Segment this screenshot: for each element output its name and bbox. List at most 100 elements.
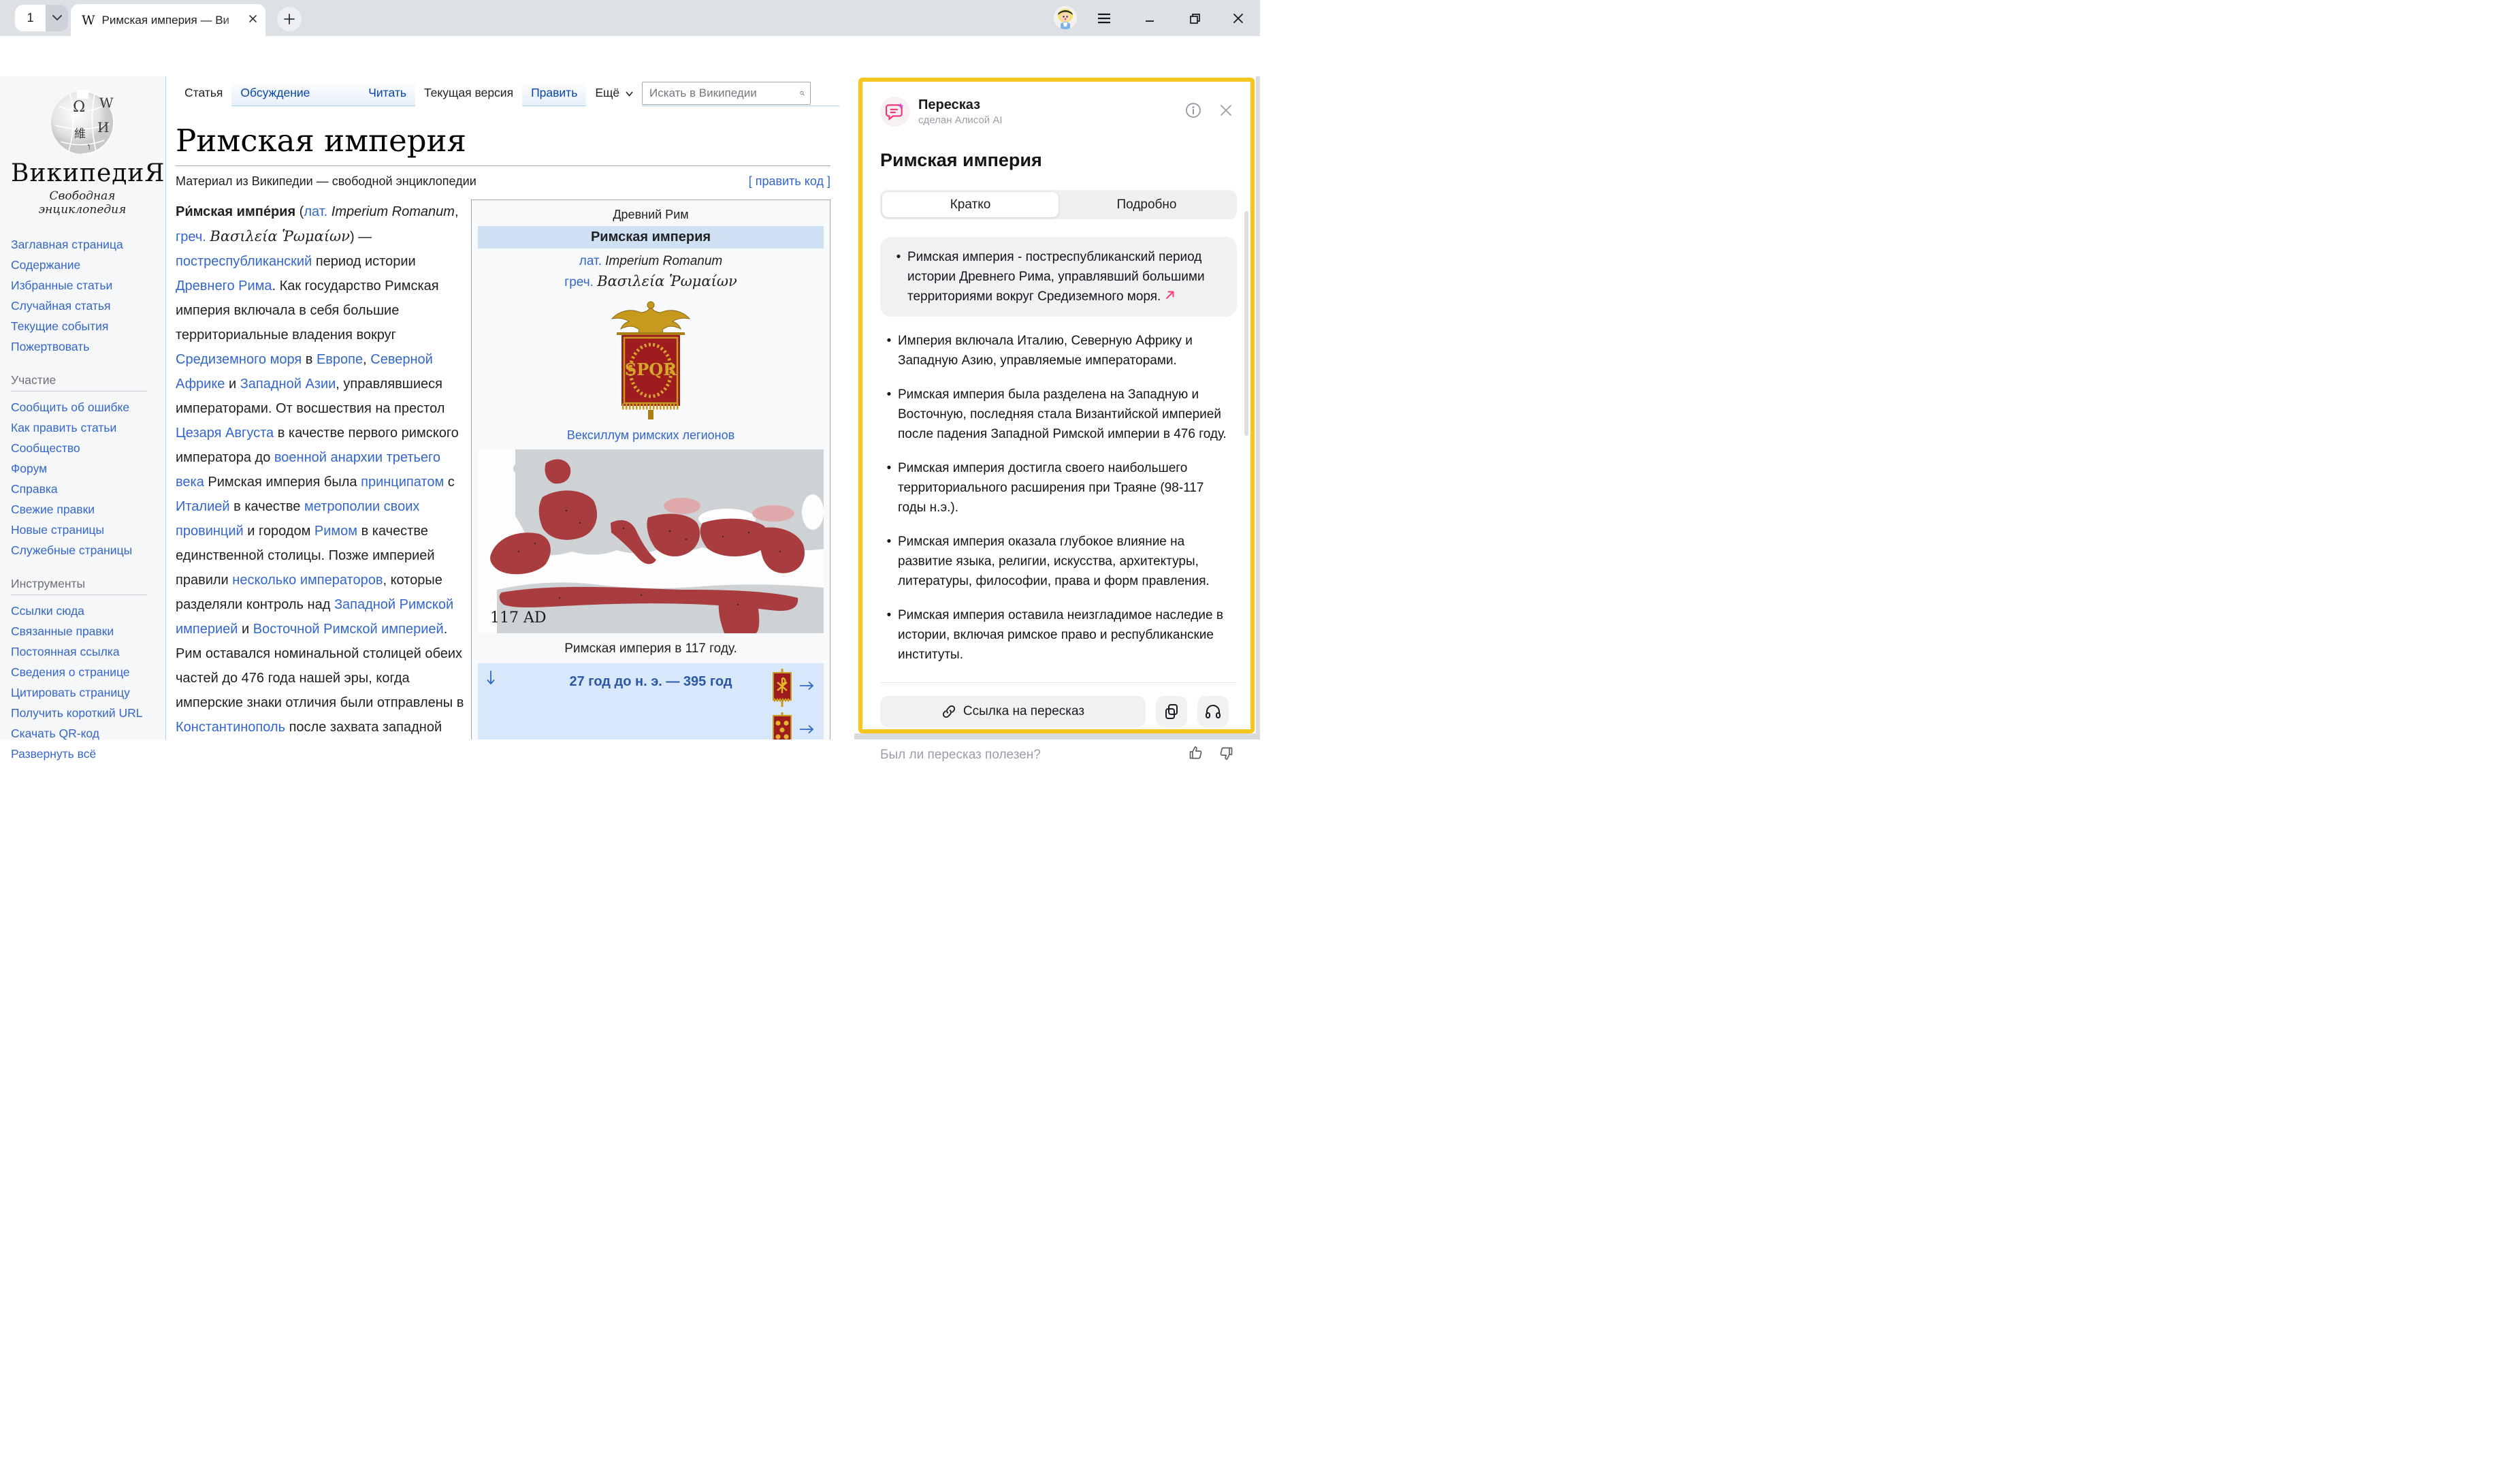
arrow-right-icon[interactable] <box>799 680 814 694</box>
latin-label-link[interactable]: лат. <box>579 254 602 268</box>
sidebar-link[interactable]: Избранные статьи <box>11 275 160 296</box>
window-minimize-button[interactable] <box>1141 10 1159 27</box>
browser-menu-icon[interactable] <box>1095 10 1113 27</box>
vexillum-image[interactable]: SPQR <box>603 297 698 424</box>
chevron-down-icon[interactable] <box>46 5 68 31</box>
wiki-link[interactable]: принципатом <box>361 475 444 490</box>
browser-tab[interactable]: W Римская империя — Ви <box>71 4 265 36</box>
lead-bullet-text: Римская империя - постреспубликанский пе… <box>907 250 1205 304</box>
wiki-link[interactable]: лат. <box>304 204 327 219</box>
tab-close-icon[interactable] <box>248 14 257 27</box>
tab-more[interactable]: Ещё <box>586 80 642 106</box>
info-icon[interactable] <box>1185 102 1201 122</box>
greek-name: Βασιλεία Ῥωμαίων <box>597 273 737 289</box>
sidebar-link[interactable]: Сведения о странице <box>11 662 160 682</box>
wiki-link[interactable]: Восточной Римской империей <box>253 622 444 637</box>
wiki-link[interactable]: Римом <box>314 524 357 539</box>
sidebar-link[interactable]: Развернуть всё <box>11 744 160 764</box>
source-link-icon[interactable] <box>1165 289 1176 304</box>
sidebar-link[interactable]: Случайная статья <box>11 296 160 316</box>
empire-map[interactable]: 117 AD <box>478 449 824 637</box>
search-icon[interactable] <box>800 86 805 100</box>
labarum-flag-icon[interactable] <box>772 669 792 707</box>
new-tab-button[interactable] <box>277 7 302 31</box>
retell-link-button[interactable]: Ссылка на пересказ <box>880 696 1146 727</box>
sidebar-link[interactable]: Пожертвовать <box>11 336 160 357</box>
bullet-dot: • <box>880 385 898 444</box>
sidebar-link[interactable]: Сообщить об ошибке <box>11 397 160 417</box>
sidebar-section-title: Инструменты <box>11 577 147 595</box>
bullet-dot: • <box>880 605 898 665</box>
sidebar-link[interactable]: Как править статьи <box>11 417 160 438</box>
tab-talk[interactable]: Обсуждение <box>231 80 319 106</box>
sidebar-link[interactable]: Свежие правки <box>11 499 160 520</box>
infobox-header: Древний Рим <box>478 206 824 226</box>
wiki-link[interactable]: военной анархии <box>274 450 383 465</box>
tab-brief[interactable]: Кратко <box>882 192 1059 217</box>
timeline-years-link[interactable]: 27 год до н. э. — 395 год <box>485 674 817 690</box>
panel-close-icon[interactable] <box>1219 104 1233 121</box>
text-run: ) — <box>350 229 372 244</box>
sidebar-link[interactable]: Текущие события <box>11 316 160 336</box>
edit-code-link[interactable]: [ править код ] <box>749 174 830 189</box>
sidebar-section-title: Участие <box>11 373 147 392</box>
wiki-link[interactable]: греч. <box>176 229 206 244</box>
sidebar-link[interactable]: Ссылки сюда <box>11 601 160 621</box>
sidebar-link[interactable]: Постоянная ссылка <box>11 641 160 662</box>
wiki-link[interactable]: постреспубликанский <box>176 254 312 269</box>
wiki-search-input[interactable] <box>649 86 800 100</box>
sidebar-link[interactable]: Форум <box>11 458 160 479</box>
sidebar-link[interactable]: Сообщество <box>11 438 160 458</box>
user-avatar[interactable] <box>1054 6 1077 29</box>
vexillum-caption-link[interactable]: Вексиллум римских легионов <box>478 426 824 444</box>
svg-text:W: W <box>99 95 114 111</box>
retell-panel: Пересказ сделан Алисой AI Римская импери… <box>858 78 1255 733</box>
sidebar-link[interactable]: Связанные правки <box>11 621 160 641</box>
wikipedia-favicon: W <box>82 13 95 28</box>
wiki-link[interactable]: Европе <box>317 352 363 367</box>
bullet-dot: • <box>880 331 898 370</box>
text-run: Римская империя была <box>204 475 361 490</box>
panel-scrollbar-thumb[interactable] <box>1244 211 1248 436</box>
sidebar-link[interactable]: Цитировать страницу <box>11 682 160 703</box>
wiki-link[interactable]: Западной Азии <box>240 377 336 392</box>
sidebar-link[interactable]: Содержание <box>11 255 160 275</box>
window-close-button[interactable] <box>1229 10 1247 27</box>
sidebar-link[interactable]: Скачать QR-код <box>11 723 160 744</box>
sidebar-link[interactable]: Получить короткий URL <box>11 703 160 723</box>
sidebar-nav-main: Заглавная страницаСодержаниеИзбранные ст… <box>11 234 160 357</box>
tab-spacer <box>319 80 359 106</box>
wiki-link[interactable]: Древнего Рима <box>176 279 272 293</box>
tab-detailed[interactable]: Подробно <box>1059 192 1235 217</box>
bullet-dot: • <box>880 532 898 591</box>
window-restore-button[interactable] <box>1186 10 1204 27</box>
tab-edit[interactable]: Править <box>522 80 586 106</box>
summary-mode-switch: Кратко Подробно <box>880 190 1237 219</box>
listen-button[interactable] <box>1197 696 1229 727</box>
tab-current-version[interactable]: Текущая версия <box>415 80 522 106</box>
bullet-text: Римская империя оставила неизгладимое на… <box>898 605 1231 665</box>
sidebar-link[interactable]: Служебные страницы <box>11 540 160 560</box>
wiki-link[interactable]: Средиземного моря <box>176 352 302 367</box>
vexillum-dots-flag-icon[interactable] <box>772 712 792 740</box>
wiki-link[interactable]: несколько императоров <box>232 573 383 588</box>
infobox-title: Римская империя <box>478 226 824 249</box>
sidebar-link[interactable]: Заглавная страница <box>11 234 160 255</box>
wikipedia-logo[interactable]: W Ω И 維 ו ВикипедиЯ Свободная энциклопед… <box>11 90 154 217</box>
greek-label-link[interactable]: греч. <box>564 275 594 289</box>
wiki-link[interactable]: Константинополь <box>176 720 285 735</box>
tab-count-badge[interactable]: 1 <box>15 5 46 31</box>
arrow-down-icon[interactable] <box>486 670 496 688</box>
sidebar-link[interactable]: Новые страницы <box>11 520 160 540</box>
tab-read[interactable]: Читать <box>359 80 415 106</box>
sidebar-link[interactable]: Справка <box>11 479 160 499</box>
tab-article[interactable]: Статья <box>176 80 231 106</box>
arrow-right-icon[interactable] <box>799 723 814 737</box>
thumbs-down-icon[interactable] <box>1218 745 1234 765</box>
thumbs-up-icon[interactable] <box>1188 745 1204 765</box>
wiki-link[interactable]: Италией <box>176 499 230 514</box>
tab-group-button[interactable]: 1 <box>15 5 68 31</box>
wiki-link[interactable]: Цезаря Августа <box>176 426 274 441</box>
copy-button[interactable] <box>1156 696 1187 727</box>
wiki-search-box[interactable] <box>642 82 811 105</box>
